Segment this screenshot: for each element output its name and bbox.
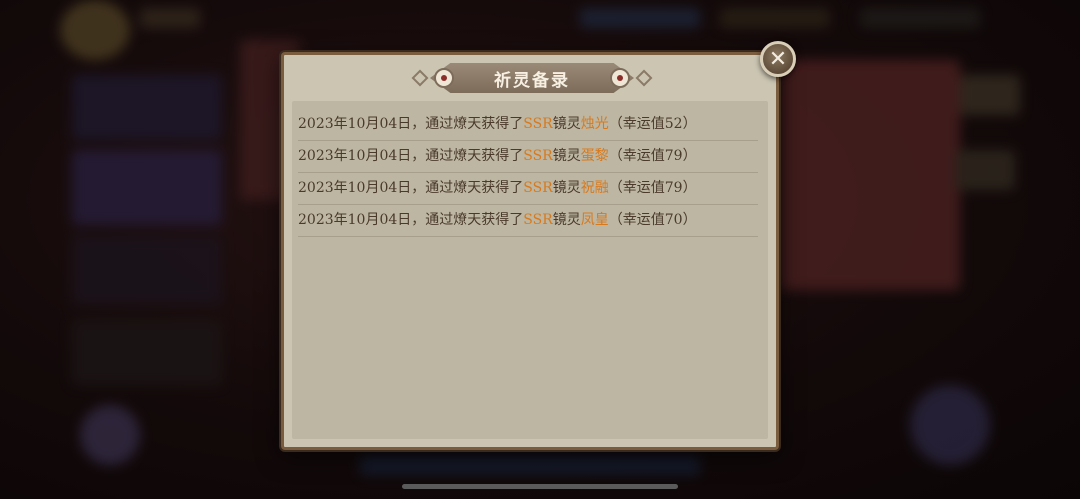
record-luck: （幸运值79）	[608, 148, 697, 164]
record-type: 镜灵	[552, 116, 581, 132]
record-date-text: 2023年10月04日，通过燎天获得了	[298, 148, 524, 164]
close-icon: ✕	[768, 46, 788, 72]
dialog-title-bar: 祈灵备录	[411, 63, 653, 93]
record-row: 2023年10月04日，通过燎天获得了SSR镜灵凤皇（幸运值70）	[298, 205, 758, 237]
record-row: 2023年10月04日，通过燎天获得了SSR镜灵烛光（幸运值52）	[298, 109, 758, 141]
record-spirit-name: 祝融	[580, 180, 609, 196]
record-luck: （幸运值52）	[608, 116, 697, 132]
record-rarity: SSR	[523, 148, 553, 164]
record-list: 2023年10月04日，通过燎天获得了SSR镜灵烛光（幸运值52） 2023年1…	[298, 109, 758, 237]
prayer-record-dialog: 祈灵备录 2023年10月04日，通过燎天获得了SSR镜灵烛光（幸运值52） 2…	[281, 52, 779, 450]
home-indicator-bar[interactable]	[402, 484, 678, 489]
record-type: 镜灵	[552, 180, 581, 196]
record-spirit-name: 蛋黎	[580, 148, 609, 164]
record-row: 2023年10月04日，通过燎天获得了SSR镜灵祝融（幸运值79）	[298, 173, 758, 205]
dialog-title: 祈灵备录	[494, 71, 570, 91]
record-panel[interactable]: 2023年10月04日，通过燎天获得了SSR镜灵烛光（幸运值52） 2023年1…	[292, 101, 768, 439]
record-rarity: SSR	[523, 212, 553, 228]
record-rarity: SSR	[523, 180, 553, 196]
record-date-text: 2023年10月04日，通过燎天获得了	[298, 180, 524, 196]
record-type: 镜灵	[552, 212, 581, 228]
close-button[interactable]: ✕	[760, 41, 796, 77]
record-date-text: 2023年10月04日，通过燎天获得了	[298, 212, 524, 228]
record-luck: （幸运值70）	[608, 212, 697, 228]
record-type: 镜灵	[552, 148, 581, 164]
record-spirit-name: 烛光	[580, 116, 609, 132]
record-rarity: SSR	[523, 116, 553, 132]
record-spirit-name: 凤皇	[580, 212, 609, 228]
record-row: 2023年10月04日，通过燎天获得了SSR镜灵蛋黎（幸运值79）	[298, 141, 758, 173]
record-luck: （幸运值79）	[608, 180, 697, 196]
record-date-text: 2023年10月04日，通过燎天获得了	[298, 116, 524, 132]
